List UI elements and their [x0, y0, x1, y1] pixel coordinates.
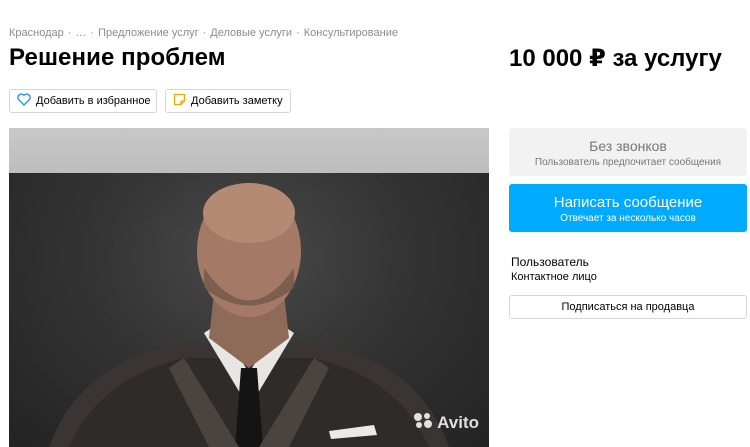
note-icon: [173, 93, 191, 109]
listing-price: 10 000 ₽ за услугу: [509, 45, 722, 72]
breadcrumb-separator: ·: [202, 27, 207, 39]
photo-portrait: [49, 183, 449, 447]
breadcrumb-item-business[interactable]: Деловые услуги: [210, 27, 292, 39]
photo-top-band: [9, 128, 489, 173]
write-message-subtitle: Отвечает за несколько часов: [560, 213, 696, 224]
avito-watermark: Avito: [412, 411, 479, 434]
add-note-label: Добавить заметку: [191, 95, 283, 107]
avito-watermark-text: Avito: [437, 412, 479, 432]
breadcrumb-item-ellipsis[interactable]: …: [75, 27, 86, 39]
breadcrumb-separator: ·: [67, 27, 72, 39]
breadcrumb-item-consulting[interactable]: Консультирование: [304, 27, 398, 39]
write-message-button[interactable]: Написать сообщение Отвечает за несколько…: [509, 184, 747, 232]
photo-background: [9, 173, 489, 447]
no-calls-subtitle: Пользователь предпочитает сообщения: [534, 157, 722, 168]
page-title: Решение проблем: [9, 44, 226, 71]
seller-role: Контактное лицо: [511, 271, 597, 283]
breadcrumb-item-city[interactable]: Краснодар: [9, 27, 64, 39]
seller-name[interactable]: Пользователь: [511, 255, 589, 269]
breadcrumb-item-services[interactable]: Предложение услуг: [98, 27, 199, 39]
add-to-favorites-button[interactable]: Добавить в избранное: [9, 89, 157, 113]
subscribe-to-seller-button[interactable]: Подписаться на продавца: [509, 295, 747, 319]
breadcrumb-separator: ·: [296, 27, 300, 39]
avito-logo-icon: [412, 411, 437, 434]
subscribe-label: Подписаться на продавца: [561, 301, 695, 313]
add-note-button[interactable]: Добавить заметку: [165, 89, 291, 113]
breadcrumb: Краснодар ·… · Предложение услуг · Деловые ус…: [9, 27, 398, 39]
write-message-title: Написать сообщение: [553, 194, 703, 211]
breadcrumb-separator: ·: [90, 27, 95, 39]
add-to-favorites-label: Добавить в избранное: [36, 95, 151, 107]
heart-icon: [17, 93, 36, 109]
no-calls-title: Без звонков: [589, 138, 667, 154]
listing-photo[interactable]: Avito: [9, 128, 489, 447]
no-calls-notice: Без звонков Пользователь предпочитает со…: [509, 128, 747, 176]
